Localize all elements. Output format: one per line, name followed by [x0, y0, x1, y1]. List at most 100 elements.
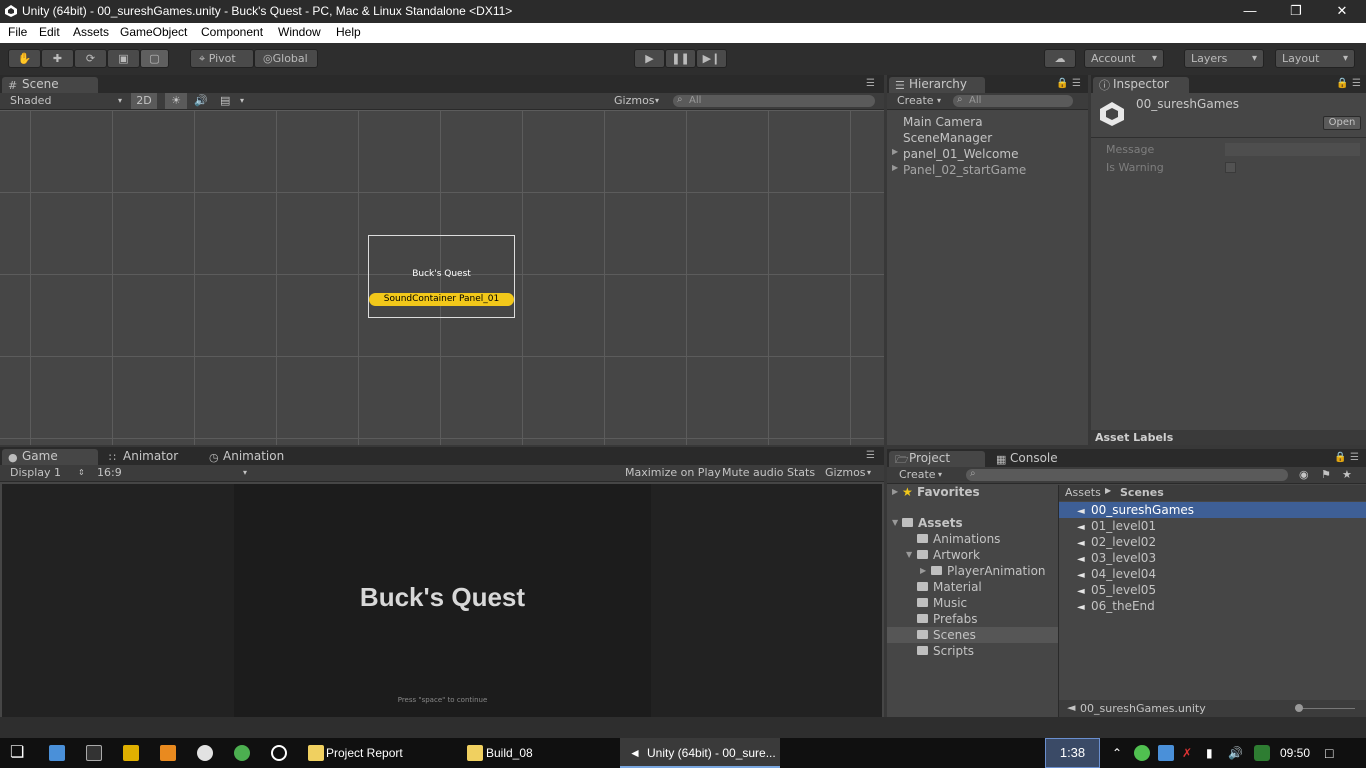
tab-console[interactable]: ▦ Console	[990, 451, 1086, 467]
project-search-input[interactable]	[966, 468, 1288, 481]
folder-scripts[interactable]: Scripts	[917, 644, 974, 658]
scene-gizmos-dropdown[interactable]: Gizmos	[614, 94, 655, 107]
folder-icon[interactable]	[308, 745, 324, 761]
taskbar-app-build[interactable]: Build_08	[486, 738, 533, 768]
move-tool-icon[interactable]: ✚	[41, 49, 74, 68]
notifications-icon[interactable]: □	[1325, 738, 1333, 768]
project-create-dropdown[interactable]: Create	[899, 468, 936, 481]
menu-gameobject[interactable]: GameObject	[120, 25, 187, 39]
toggle-2d[interactable]: 2D	[131, 93, 157, 109]
folder-scenes[interactable]: Scenes	[917, 628, 976, 642]
maximize-icon[interactable]: ❐	[1273, 0, 1319, 23]
menu-window[interactable]: Window	[278, 25, 321, 39]
field-message-input[interactable]	[1225, 143, 1360, 156]
collapse-arrow-icon[interactable]: ▼	[892, 518, 898, 527]
scale-tool-icon[interactable]: ▣	[107, 49, 140, 68]
tab-inspector[interactable]: ⓘ Inspector	[1093, 77, 1189, 93]
folder-music[interactable]: Music	[917, 596, 967, 610]
tray-up-icon[interactable]: ⌃	[1112, 738, 1122, 768]
hierarchy-search-input[interactable]: All	[953, 94, 1073, 107]
folder-material[interactable]: Material	[917, 580, 982, 594]
security-shield-icon[interactable]	[1254, 745, 1270, 761]
tray-app-icon[interactable]	[1158, 745, 1174, 761]
shading-dropdown[interactable]: Shaded	[10, 94, 51, 107]
explorer-icon[interactable]	[49, 745, 65, 761]
taskbar-app-unity[interactable]: Unity (64bit) - 00_sure...	[647, 738, 776, 768]
menu-edit[interactable]: Edit	[39, 25, 60, 39]
folder-prefabs[interactable]: Prefabs	[917, 612, 978, 626]
filter-type-icon[interactable]: ◉	[1299, 468, 1309, 481]
lock-icon[interactable]: 🔒	[1056, 78, 1068, 89]
stats-toggle[interactable]: Stats	[787, 466, 815, 479]
expand-arrow-icon[interactable]: ▶	[892, 487, 898, 496]
chrome-icon[interactable]	[234, 745, 250, 761]
favorites-node[interactable]: ★ Favorites	[902, 485, 980, 499]
clock[interactable]: 09:50	[1280, 738, 1310, 768]
scene-file[interactable]: ◄ 02_level02	[1077, 535, 1156, 549]
rotate-tool-icon[interactable]: ⟳	[74, 49, 107, 68]
sublime-icon[interactable]	[160, 745, 176, 761]
panel-menu-icon[interactable]: ☰	[866, 78, 875, 89]
hierarchy-item[interactable]: panel_01_Welcome	[903, 147, 1018, 161]
menu-help[interactable]: Help	[336, 25, 361, 39]
breadcrumb-assets[interactable]: Assets	[1065, 486, 1101, 499]
selected-object-label[interactable]: SoundContainer Panel_01	[369, 293, 514, 306]
lock-icon[interactable]: 🔒	[1336, 78, 1348, 89]
favorite-star-icon[interactable]: ★	[1342, 468, 1352, 481]
folder-icon[interactable]	[467, 745, 483, 761]
breadcrumb-scenes[interactable]: Scenes	[1120, 486, 1164, 499]
open-button[interactable]: Open	[1323, 116, 1361, 130]
tab-scene[interactable]: # Scene	[2, 77, 98, 93]
asset-labels-header[interactable]: Asset Labels	[1091, 430, 1366, 445]
expand-arrow-icon[interactable]: ▶	[892, 147, 898, 156]
windows-start-icon[interactable]: ❏	[10, 738, 28, 768]
menu-component[interactable]: Component	[201, 25, 263, 39]
rect-tool-icon[interactable]: ▢	[140, 49, 169, 68]
menu-assets[interactable]: Assets	[73, 25, 109, 39]
mute-audio-toggle[interactable]: Mute audio	[722, 466, 784, 479]
maximize-on-play-toggle[interactable]: Maximize on Play	[625, 466, 721, 479]
timer-widget[interactable]: 1:38	[1045, 738, 1100, 768]
game-gizmos-dropdown[interactable]: Gizmos	[825, 466, 866, 479]
game-view[interactable]: Buck's Quest Press "space" to continue	[234, 484, 651, 717]
scene-file[interactable]: ◄ 01_level01	[1077, 519, 1156, 533]
collapse-arrow-icon[interactable]: ▼	[906, 550, 912, 559]
hierarchy-item[interactable]: Panel_02_startGame	[903, 163, 1026, 177]
scene-view[interactable]: Buck's Quest SoundContainer Panel_01	[0, 110, 884, 445]
menu-file[interactable]: File	[8, 25, 27, 39]
panel-menu-icon[interactable]: ☰	[1352, 78, 1361, 89]
field-warning-checkbox[interactable]	[1225, 162, 1236, 173]
tab-hierarchy[interactable]: ☰ Hierarchy	[889, 77, 985, 93]
audio-icon[interactable]: 🔊	[194, 94, 208, 107]
tray-app-icon[interactable]	[1134, 745, 1150, 761]
scene-search-input[interactable]: All	[673, 94, 875, 107]
scene-file[interactable]: ◄ 06_theEnd	[1077, 599, 1155, 613]
network-error-icon[interactable]: ✗	[1182, 738, 1192, 768]
cloud-icon[interactable]: ☁	[1044, 49, 1076, 68]
icon-size-slider-thumb[interactable]	[1295, 704, 1303, 712]
account-dropdown[interactable]: Account	[1084, 49, 1164, 68]
scene-file[interactable]: ◄ 03_level03	[1077, 551, 1156, 565]
folder-animations[interactable]: Animations	[917, 532, 1000, 546]
scene-file[interactable]: ◄ 05_level05	[1077, 583, 1156, 597]
tab-animation[interactable]: ◷ Animation	[203, 449, 293, 465]
close-icon[interactable]: ✕	[1319, 0, 1365, 23]
global-toggle[interactable]: ◎Global	[254, 49, 318, 68]
assets-node[interactable]: Assets	[902, 516, 963, 530]
tab-project[interactable]: 🗁 Project	[889, 451, 985, 467]
tab-animator[interactable]: ∷ Animator	[103, 449, 193, 465]
hierarchy-item[interactable]: Main Camera	[903, 115, 983, 129]
layers-dropdown[interactable]: Layers	[1184, 49, 1264, 68]
scene-file[interactable]: ◄ 04_level04	[1077, 567, 1156, 581]
layout-dropdown[interactable]: Layout	[1275, 49, 1355, 68]
play-button[interactable]: ▶	[634, 49, 665, 68]
app-icon[interactable]	[123, 745, 139, 761]
taskbar-app-project-report[interactable]: Project Report	[326, 738, 403, 768]
step-button[interactable]: ▶❙	[696, 49, 727, 68]
filter-label-icon[interactable]: ⚑	[1321, 468, 1331, 481]
folder-playeranimation[interactable]: PlayerAnimation	[931, 564, 1046, 578]
hierarchy-create-dropdown[interactable]: Create	[897, 94, 934, 107]
display-dropdown[interactable]: Display 1	[10, 466, 61, 479]
lighting-icon[interactable]: ☀	[165, 93, 187, 109]
scene-file[interactable]: ◄ 00_sureshGames	[1077, 503, 1194, 517]
